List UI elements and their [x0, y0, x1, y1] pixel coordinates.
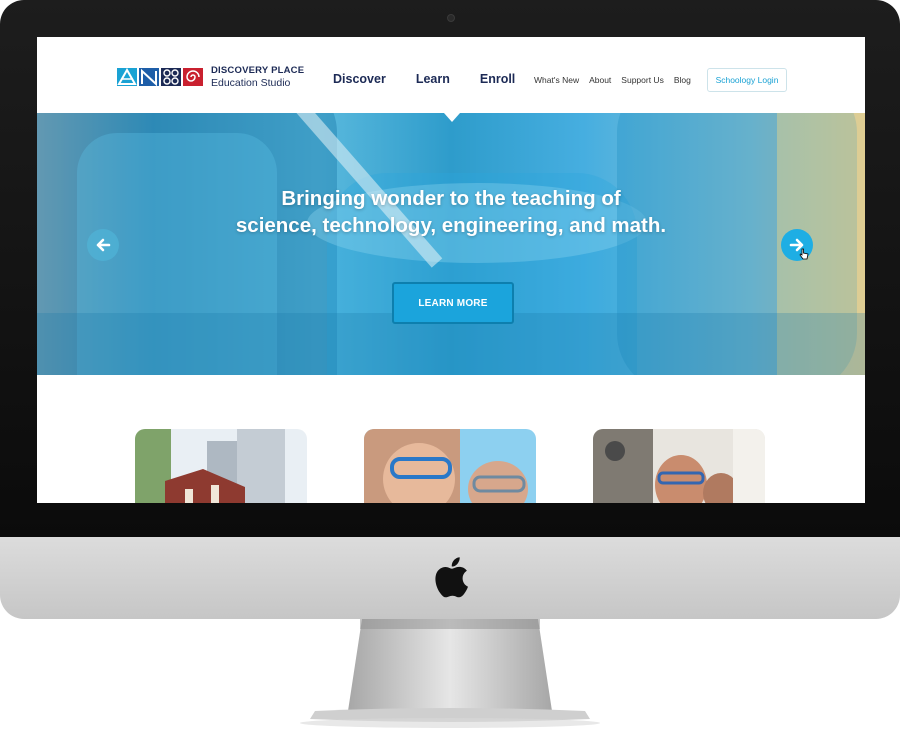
- building-photo: [135, 429, 307, 503]
- hero-background-image: [37, 113, 865, 375]
- monitor-stand: [300, 619, 600, 728]
- workshop-photo: [593, 429, 765, 503]
- carousel-next-button[interactable]: [781, 229, 813, 261]
- hand-cursor-icon: [799, 248, 809, 260]
- thumbnail-building[interactable]: [135, 429, 307, 503]
- schoology-login-button[interactable]: Schoology Login: [707, 68, 787, 92]
- logo-line-1: DISCOVERY PLACE: [211, 65, 305, 76]
- hero-headline: Bringing wonder to the teaching of scien…: [37, 185, 865, 239]
- browser-viewport: DISCOVERY PLACE Education Studio Discove…: [37, 37, 865, 503]
- logo-mark-spiral-icon: [183, 68, 203, 86]
- logo-line-2: Education Studio: [211, 77, 291, 89]
- site-header: DISCOVERY PLACE Education Studio Discove…: [37, 37, 865, 113]
- utility-nav: What's New About Support Us Blog: [534, 75, 701, 85]
- arrow-left-icon: [96, 238, 111, 252]
- nav-about[interactable]: About: [589, 75, 611, 85]
- learn-more-button[interactable]: LEARN MORE: [392, 282, 514, 324]
- camera-icon: [447, 14, 455, 22]
- logo-marks: [117, 68, 203, 86]
- thumbnail-students-goggles[interactable]: [364, 429, 536, 503]
- nav-enroll[interactable]: Enroll: [480, 72, 515, 86]
- main-nav: Discover Learn Enroll: [333, 72, 545, 86]
- nav-support-us[interactable]: Support Us: [621, 75, 664, 85]
- logo-text: DISCOVERY PLACE Education Studio: [211, 65, 304, 89]
- nav-discover[interactable]: Discover: [333, 72, 386, 86]
- site-logo[interactable]: DISCOVERY PLACE Education Studio: [117, 65, 304, 89]
- header-pointer: [444, 113, 460, 122]
- logo-mark-circles-icon: [161, 68, 181, 86]
- hero-headline-line-1: Bringing wonder to the teaching of: [281, 187, 621, 210]
- carousel-prev-button[interactable]: [87, 229, 119, 261]
- logo-mark-n-icon: [139, 68, 159, 86]
- nav-blog[interactable]: Blog: [674, 75, 691, 85]
- hero-carousel: Bringing wonder to the teaching of scien…: [37, 113, 865, 375]
- apple-logo-icon: [435, 557, 468, 598]
- nav-whats-new[interactable]: What's New: [534, 75, 579, 85]
- nav-learn[interactable]: Learn: [416, 72, 450, 86]
- thumbnail-workshop[interactable]: [593, 429, 765, 503]
- hero-headline-line-2: science, technology, engineering, and ma…: [235, 214, 667, 237]
- logo-mark-a-icon: [117, 68, 137, 86]
- students-photo: [364, 429, 536, 503]
- monitor-chin: [0, 537, 900, 619]
